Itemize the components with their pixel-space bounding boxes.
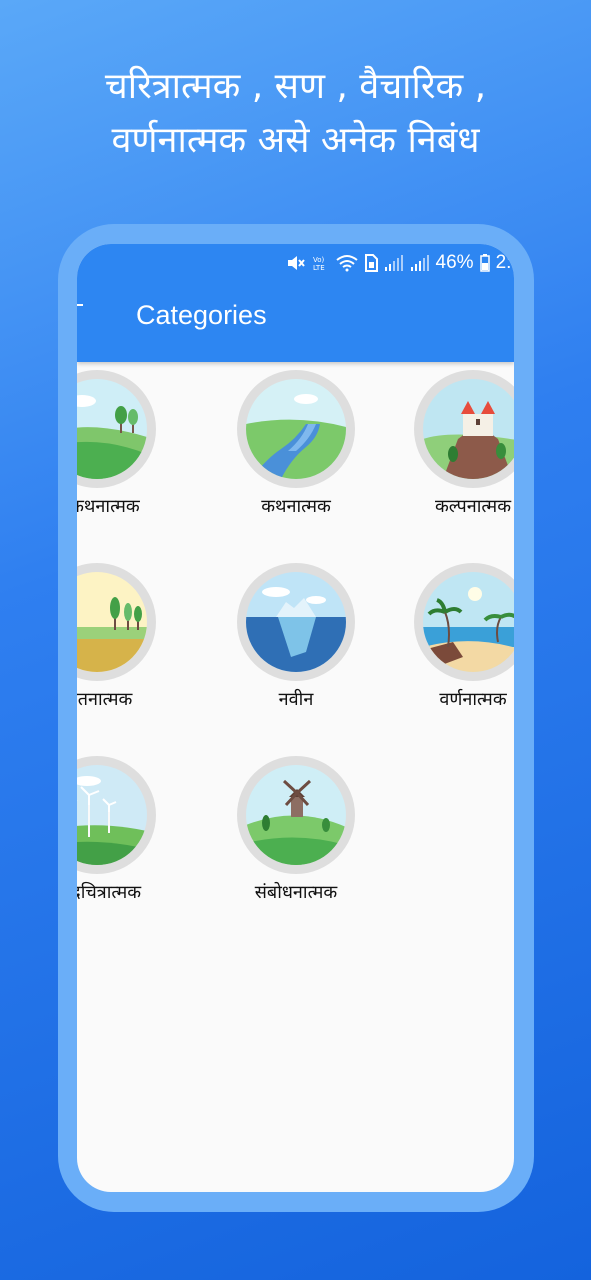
category-item-shabdachitratmak[interactable]: शब्दचित्रात्मक: [77, 756, 177, 926]
category-item-chintanatmak[interactable]: चिंतनात्मक: [77, 563, 177, 733]
category-label: त्मकथनात्मक: [77, 496, 140, 517]
page-title: Categories: [136, 300, 267, 330]
meadow-trees-icon: [77, 370, 156, 488]
clock: 2:4: [495, 252, 514, 273]
promo-line-1: चरित्रात्मक , सण , वैचारिक ,: [104, 66, 487, 107]
category-item-varnanatmak[interactable]: वर्णनात्मक: [393, 563, 514, 733]
mute-icon: [286, 254, 306, 272]
category-label: वर्णनात्मक: [439, 689, 507, 710]
river-landscape-icon: [237, 370, 355, 488]
wifi-icon: [335, 254, 358, 272]
volte-icon: Vo) LTE: [312, 254, 330, 272]
signal-1-icon: [384, 254, 404, 272]
category-label: कथनात्मक: [261, 496, 331, 517]
field-trees-icon: [77, 563, 156, 681]
back-arrow-icon[interactable]: [77, 304, 83, 306]
category-item-navin[interactable]: नवीन: [216, 563, 376, 733]
category-item-kathanatmak[interactable]: कथनात्मक: [216, 370, 376, 540]
category-label: कल्पनात्मक: [434, 496, 512, 517]
category-label: संबोधनात्मक: [254, 882, 338, 903]
category-item-kalpanatmak[interactable]: कल्पनात्मक: [393, 370, 514, 540]
windmill-hill-icon: [237, 756, 355, 874]
signal-2-icon: [410, 254, 430, 272]
sim-icon: [364, 254, 378, 272]
promo-headline: चरित्रात्मक , सण , वैचारिक , वर्णनात्मक …: [0, 60, 591, 168]
category-label: चिंतनात्मक: [77, 689, 133, 710]
category-grid: त्मकथनात्मक कथनात्मक: [77, 244, 514, 1192]
category-item-sambodhanatmak[interactable]: संबोधनात्मक: [216, 756, 376, 926]
app-screen: त्मकथनात्मक कथनात्मक: [77, 244, 514, 1192]
wind-turbines-icon: [77, 756, 156, 874]
category-label: शब्दचित्रात्मक: [77, 882, 142, 903]
svg-text:Vo): Vo): [313, 256, 325, 264]
app-bar: Vo)LTE 46% 2:4: [77, 244, 514, 362]
iceberg-icon: [237, 563, 355, 681]
beach-palms-icon: [414, 563, 514, 681]
promo-line-2: वर्णनात्मक असे अनेक निबंध: [111, 120, 480, 161]
battery-percent: 46%: [435, 252, 474, 273]
svg-text:LTE: LTE: [313, 264, 325, 272]
castle-hill-icon: [414, 370, 514, 488]
category-item-atmakathanatmak[interactable]: त्मकथनात्मक: [77, 370, 177, 540]
status-bar: Vo)LTE 46% 2:4: [77, 244, 514, 282]
category-label: नवीन: [278, 689, 314, 710]
battery-icon: [479, 254, 490, 272]
